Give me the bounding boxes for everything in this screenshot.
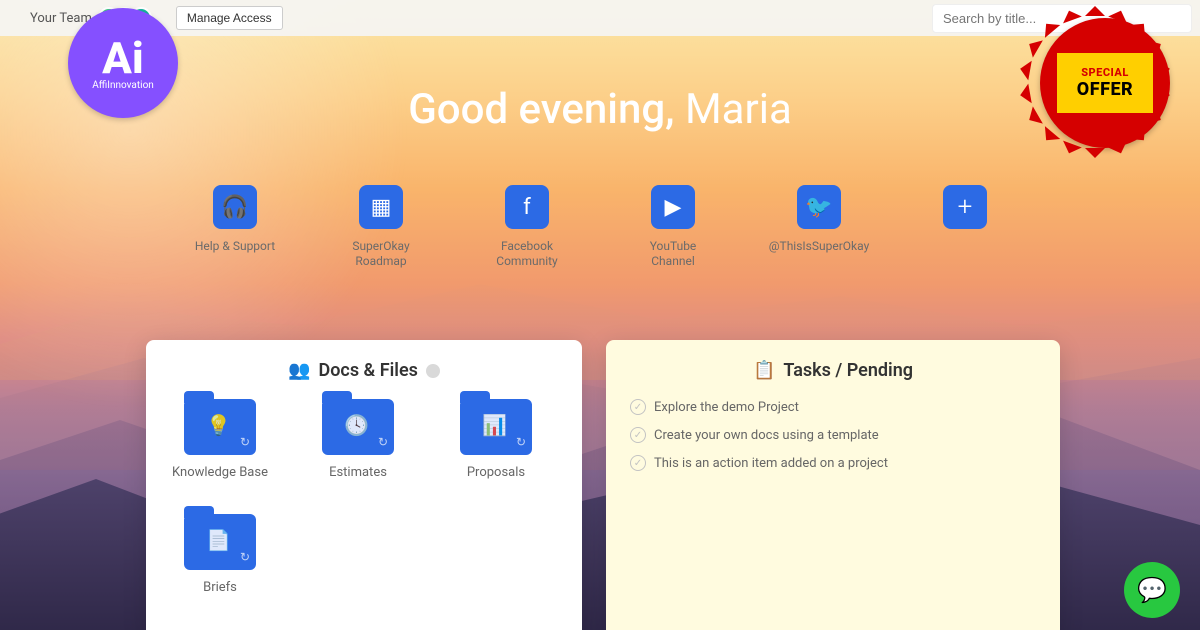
chat-fab[interactable]: 💬 — [1124, 562, 1180, 618]
quicklink-roadmap[interactable]: ▦ SuperOkay Roadmap — [336, 185, 426, 269]
task-item[interactable]: ✓ This is an action item added on a proj… — [630, 455, 1036, 471]
task-item[interactable]: ✓ Create your own docs using a template — [630, 427, 1036, 443]
folder-estimates[interactable]: 🕓↻ Estimates — [308, 399, 408, 480]
plus-icon: + — [958, 192, 973, 222]
docs-card: 👥 Docs & Files 💡↻ Knowledge Base 🕓↻ Esti… — [146, 340, 582, 630]
folder-icon: 📊↻ — [460, 399, 532, 455]
task-text: Create your own docs using a template — [654, 428, 879, 443]
folder-knowledge-base[interactable]: 💡↻ Knowledge Base — [170, 399, 270, 480]
docs-card-title: 👥 Docs & Files — [170, 360, 558, 381]
folders-grid: 💡↻ Knowledge Base 🕓↻ Estimates 📊↻ Propos… — [170, 399, 558, 595]
facebook-icon: f — [523, 195, 531, 220]
quicklink-label: SuperOkay Roadmap — [336, 239, 426, 269]
check-circle-icon[interactable]: ✓ — [630, 427, 646, 443]
tasks-card: 📋 Tasks / Pending ✓ Explore the demo Pro… — [606, 340, 1060, 630]
board-icon: ▦ — [371, 195, 392, 220]
brand-logo-text: Ai — [102, 36, 144, 80]
chat-icon: 💬 — [1137, 576, 1167, 604]
quicklink-label: Facebook Community — [482, 239, 572, 269]
clipboard-icon: 📋 — [753, 360, 775, 381]
quicklink-label: Help & Support — [195, 239, 275, 254]
twitter-icon: 🐦 — [805, 195, 832, 220]
info-icon[interactable] — [426, 364, 440, 378]
folder-label: Proposals — [467, 465, 525, 480]
greeting-line: Good evening, — [408, 85, 674, 134]
quicklink-help[interactable]: 🎧 Help & Support — [190, 185, 280, 269]
folder-icon: 💡↻ — [184, 399, 256, 455]
quicklink-youtube[interactable]: ▶ YouTube Channel — [628, 185, 718, 269]
task-text: This is an action item added on a projec… — [654, 456, 888, 471]
tasks-title-text: Tasks / Pending — [783, 360, 913, 381]
quicklink-facebook[interactable]: f Facebook Community — [482, 185, 572, 269]
folder-proposals[interactable]: 📊↻ Proposals — [446, 399, 546, 480]
quicklink-twitter[interactable]: 🐦 @ThisIsSuperOkay — [774, 185, 864, 269]
quicklink-label: @ThisIsSuperOkay — [769, 239, 869, 254]
starburst-icon — [1030, 8, 1180, 158]
check-circle-icon[interactable]: ✓ — [630, 399, 646, 415]
folder-label: Briefs — [203, 580, 237, 595]
docs-title-text: Docs & Files — [319, 360, 418, 381]
folder-icon: 🕓↻ — [322, 399, 394, 455]
check-circle-icon[interactable]: ✓ — [630, 455, 646, 471]
quicklinks-row: 🎧 Help & Support ▦ SuperOkay Roadmap f F… — [0, 185, 1200, 269]
folder-briefs[interactable]: 📄↻ Briefs — [170, 514, 270, 595]
folder-icon: 📄↻ — [184, 514, 256, 570]
manage-access-button[interactable]: Manage Access — [176, 6, 283, 30]
top-bar: Your Team MC DO Manage Access — [0, 0, 1200, 36]
task-item[interactable]: ✓ Explore the demo Project — [630, 399, 1036, 415]
youtube-icon: ▶ — [665, 195, 682, 220]
people-icon: 👥 — [288, 360, 310, 381]
task-text: Explore the demo Project — [654, 400, 799, 415]
team-label: Your Team — [30, 11, 92, 26]
quicklink-add[interactable]: + — [920, 185, 1010, 269]
tasks-card-title: 📋 Tasks / Pending — [630, 360, 1036, 381]
tasks-list: ✓ Explore the demo Project ✓ Create your… — [630, 399, 1036, 471]
quicklink-label: YouTube Channel — [628, 239, 718, 269]
headset-icon: 🎧 — [221, 195, 248, 220]
folder-label: Estimates — [329, 465, 387, 480]
greeting-name: Maria — [685, 85, 792, 134]
greeting: Good evening, Maria — [0, 85, 1200, 134]
folder-label: Knowledge Base — [172, 465, 268, 480]
